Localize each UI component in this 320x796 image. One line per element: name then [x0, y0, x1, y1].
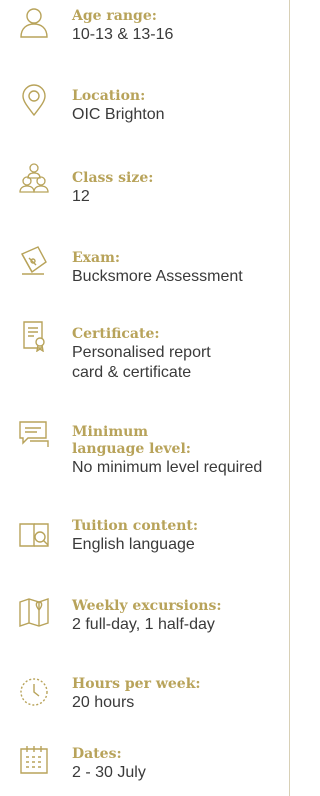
clock-icon [18, 676, 50, 708]
detail-value: 10-13 & 13-16 [72, 26, 174, 43]
location-pin-icon [18, 84, 50, 116]
detail-label: Age range: [72, 8, 157, 24]
calendar-icon [18, 744, 50, 776]
book-search-icon [18, 518, 50, 550]
detail-value: 2 - 30 July [72, 764, 146, 781]
detail-value-line-2: card & certificate [72, 364, 192, 381]
detail-label: Tuition content: [72, 518, 199, 534]
detail-label: Certificate: [72, 326, 160, 342]
detail-label: Weekly excursions: [72, 598, 222, 614]
map-icon [18, 596, 50, 628]
user-icon [18, 6, 50, 38]
group-icon [18, 162, 50, 194]
detail-label: Exam: [72, 250, 121, 266]
detail-label: Dates: [72, 746, 122, 762]
detail-value: 20 hours [72, 694, 135, 711]
detail-value: No minimum level required [72, 459, 263, 476]
certificate-icon [18, 320, 50, 352]
course-details-panel: Age range: 10-13 & 13-16 Location: OIC B… [0, 0, 290, 796]
detail-value-line-1: Personalised report [72, 344, 211, 361]
detail-value: OIC Brighton [72, 106, 165, 123]
detail-label: Hours per week: [72, 676, 201, 692]
detail-value: 2 full-day, 1 half-day [72, 616, 215, 633]
detail-label: Location: [72, 88, 146, 104]
detail-label: Class size: [72, 170, 154, 186]
pen-nib-icon [18, 244, 50, 276]
detail-value: English language [72, 536, 195, 553]
detail-label-line-1: Minimum [72, 424, 149, 440]
detail-value: Bucksmore Assessment [72, 268, 243, 285]
detail-label-line-2: language level: [72, 441, 191, 457]
speech-bubbles-icon [18, 418, 50, 450]
detail-value: 12 [72, 188, 90, 205]
